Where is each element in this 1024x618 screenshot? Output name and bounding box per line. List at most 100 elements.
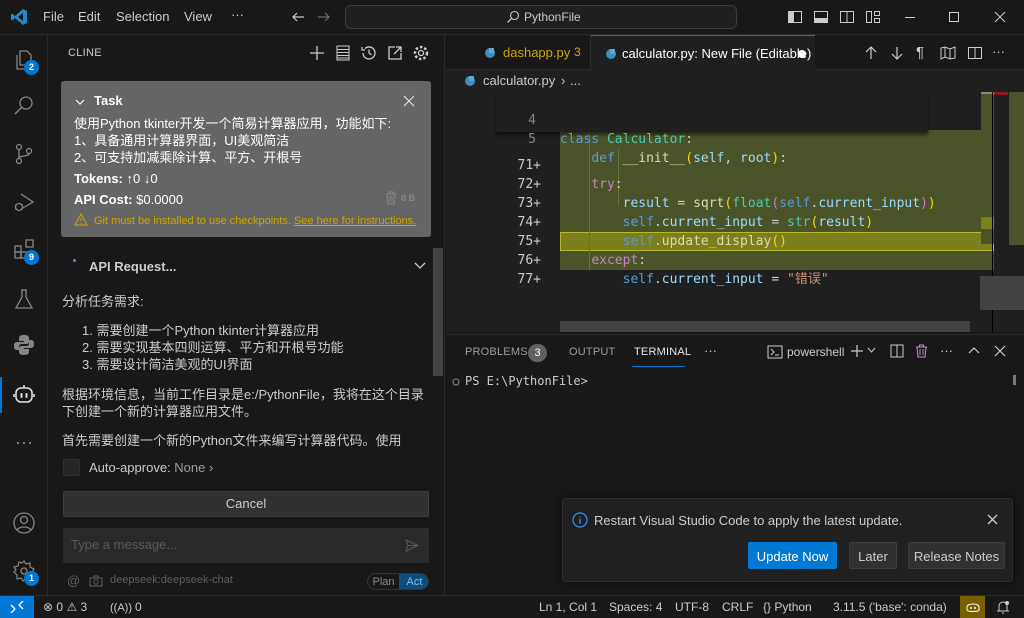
code-line: 73+ self.current_input = str(result) (446, 175, 874, 230)
language-mode[interactable]: {} Python (763, 600, 812, 614)
customize-layout-icon[interactable] (865, 9, 881, 25)
history-icon[interactable] (360, 44, 378, 62)
close-window-icon[interactable] (992, 9, 1008, 25)
problems-count-badge: 3 (528, 344, 547, 362)
command-center-search[interactable]: PythonFile (345, 5, 737, 29)
forward-arrow-icon[interactable] (316, 9, 332, 25)
split-terminal-icon[interactable] (890, 344, 904, 358)
toggle-secondary-sidebar-icon[interactable] (839, 9, 855, 25)
menu-edit[interactable]: Edit (78, 9, 100, 24)
message-input[interactable] (71, 537, 391, 552)
later-button[interactable]: Later (849, 542, 897, 569)
code-editor[interactable]: 4 class Calculator: 5 def __init__(self,… (446, 92, 1024, 332)
tab-terminal[interactable]: TERMINAL (634, 346, 691, 358)
close-panel-icon[interactable] (994, 345, 1006, 357)
breadcrumb-file[interactable]: calculator.py (483, 73, 555, 88)
encoding[interactable]: UTF-8 (675, 600, 709, 614)
python-icon[interactable] (12, 333, 36, 357)
release-notes-button[interactable]: Release Notes (908, 542, 1005, 569)
explorer-icon[interactable]: 2 (12, 48, 39, 75)
ports-status[interactable]: ((A)) 0 (110, 600, 142, 614)
plan-mode[interactable]: Plan (368, 574, 399, 589)
model-selector[interactable]: deepseek:deepseek-chat (110, 574, 233, 586)
menu-more[interactable]: ··· (231, 7, 244, 22)
breadcrumb-symbol[interactable]: ... (570, 73, 581, 88)
close-task-icon[interactable] (403, 95, 415, 107)
toggle-panel-icon[interactable] (813, 9, 829, 25)
tab-output[interactable]: OUTPUT (569, 346, 615, 358)
overview-ruler-added (1009, 92, 1024, 245)
next-change-icon[interactable] (890, 45, 904, 61)
python-interpreter[interactable]: 3.11.5 ('base': conda) (833, 600, 947, 614)
chevron-down-icon[interactable] (414, 261, 426, 271)
testing-icon[interactable] (12, 287, 36, 311)
popout-icon[interactable] (386, 44, 404, 62)
open-changes-map-icon[interactable] (940, 46, 956, 60)
terminal-more-icon[interactable]: ··· (940, 343, 953, 358)
mcp-servers-icon[interactable] (334, 44, 352, 62)
send-icon[interactable] (405, 539, 419, 552)
whitespace-pilcrow-icon[interactable]: ¶ (916, 44, 924, 61)
instructions-link[interactable]: See here for instructions. (294, 215, 416, 227)
search-icon[interactable] (12, 94, 36, 118)
maximize-panel-chevron-up-icon[interactable] (968, 346, 980, 354)
api-cost-label: API Cost: (74, 192, 133, 207)
source-control-icon[interactable] (12, 142, 36, 166)
loading-spinner-icon (73, 259, 76, 262)
tab-dashapp[interactable]: dashapp.py 3 (446, 35, 591, 70)
notification-message: Restart Visual Studio Code to apply the … (594, 513, 903, 528)
menu-view[interactable]: View (184, 9, 212, 24)
tab-problems[interactable]: PROBLEMS (465, 346, 528, 358)
vertical-scrollbar[interactable] (980, 276, 1024, 310)
language-label: Python (774, 600, 812, 614)
menu-file[interactable]: File (43, 9, 64, 24)
code-line: 72+ result = sqrt(float(self.current_inp… (446, 156, 936, 211)
update-now-button[interactable]: Update Now (748, 542, 837, 569)
plan-act-toggle[interactable]: Plan Act (367, 573, 429, 590)
toggle-primary-sidebar-icon[interactable] (787, 9, 803, 25)
terminal-name[interactable]: powershell (787, 345, 844, 359)
cancel-button[interactable]: Cancel (63, 491, 429, 517)
kill-terminal-trash-icon[interactable] (915, 344, 928, 358)
auto-approve-checkbox[interactable] (63, 459, 80, 476)
task-header[interactable]: Task (74, 93, 123, 108)
cline-robot-icon[interactable] (12, 383, 36, 407)
remote-indicator[interactable] (0, 596, 34, 618)
extensions-icon[interactable]: 9 (12, 238, 39, 265)
end-of-line[interactable]: CRLF (722, 600, 753, 614)
delete-task-icon[interactable] (385, 191, 397, 205)
run-debug-icon[interactable] (12, 190, 36, 214)
panel-more-icon[interactable]: ··· (704, 343, 717, 358)
terminal-prompt[interactable]: PS E:\PythonFile> (465, 374, 588, 388)
more-actions-icon[interactable]: ··· (992, 44, 1005, 59)
horizontal-scrollbar[interactable] (560, 321, 970, 332)
more-icon[interactable] (12, 431, 36, 455)
new-terminal-plus-icon[interactable] (850, 344, 864, 358)
camera-icon[interactable] (89, 575, 103, 587)
previous-change-icon[interactable] (864, 45, 878, 61)
accounts-icon[interactable] (12, 511, 36, 535)
manage-gear-icon[interactable]: 1 (12, 559, 39, 586)
maximize-icon[interactable] (946, 9, 962, 25)
menu-selection[interactable]: Selection (116, 9, 169, 24)
copilot-status[interactable] (960, 596, 985, 618)
back-arrow-icon[interactable] (290, 9, 306, 25)
api-request-row[interactable]: API Request... (61, 257, 431, 277)
tab-calculator[interactable]: calculator.py: New File (Editable) (591, 35, 815, 70)
notifications-bell-icon[interactable] (996, 600, 1010, 614)
indentation[interactable]: Spaces: 4 (609, 600, 662, 614)
terminal-scrollbar[interactable] (1013, 375, 1016, 385)
sticky-scroll[interactable]: 4 class Calculator: 5 def __init__(self,… (496, 92, 928, 166)
cursor-position[interactable]: Ln 1, Col 1 (539, 600, 597, 614)
sidebar-scrollbar[interactable] (433, 248, 443, 376)
split-editor-icon[interactable] (967, 45, 983, 61)
settings-gear-icon[interactable] (412, 44, 430, 62)
problems-status[interactable]: ⊗ 0 ⚠ 3 (43, 600, 87, 614)
terminal-dropdown-icon[interactable] (867, 347, 876, 354)
minimize-icon[interactable] (902, 9, 918, 25)
close-notification-icon[interactable] (987, 514, 998, 525)
mention-at-icon[interactable]: @ (67, 573, 80, 588)
new-task-plus-icon[interactable] (308, 44, 326, 62)
unsaved-dot-icon[interactable] (798, 50, 806, 58)
act-mode[interactable]: Act (399, 574, 428, 589)
